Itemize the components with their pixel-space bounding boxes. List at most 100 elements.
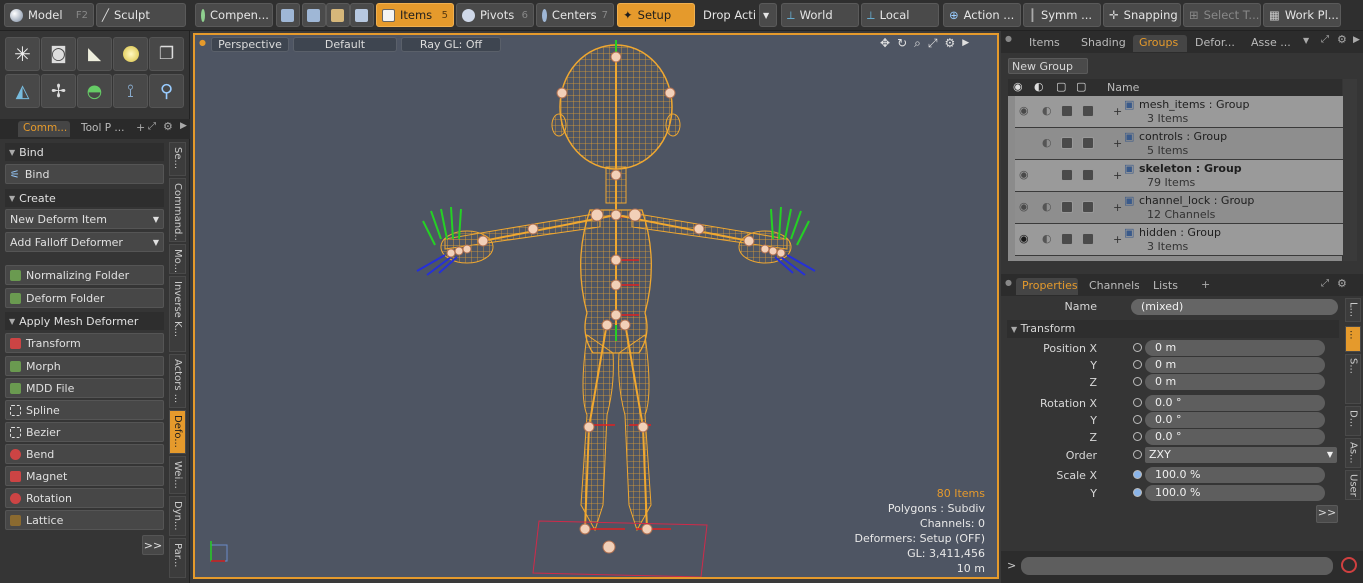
eye-icon[interactable]: ◉ xyxy=(1019,232,1029,245)
gear-icon[interactable]: ⚙ xyxy=(1337,33,1347,46)
deformer-spline-button[interactable]: Spline xyxy=(5,400,164,420)
material-mode-button[interactable] xyxy=(350,3,374,27)
tab-channels[interactable]: Channels xyxy=(1083,278,1139,295)
chevron-right-icon[interactable]: ▶ xyxy=(1353,35,1360,45)
tab-shading[interactable]: Shading xyxy=(1075,35,1131,52)
model-button[interactable]: Model F2 xyxy=(4,3,94,27)
chevron-right-icon[interactable]: ▶ xyxy=(180,121,187,131)
vertex-mode-button[interactable] xyxy=(276,3,300,27)
transform-section-header[interactable]: ▼ Transform xyxy=(1007,320,1339,338)
add-falloff-deformer-dropdown[interactable]: Add Falloff Deformer ▼ xyxy=(5,232,164,252)
new-group-button[interactable]: New Group xyxy=(1008,58,1088,74)
group-row[interactable]: ◉ ◐ + ▣ mesh_items : Group 3 Items xyxy=(1015,96,1349,128)
tab-groups[interactable]: Groups xyxy=(1133,35,1187,52)
expand-icon[interactable]: + xyxy=(1113,169,1122,182)
lock-checkbox[interactable] xyxy=(1061,233,1073,245)
panel-menu-icon[interactable]: ● xyxy=(1005,278,1012,287)
select-checkbox[interactable] xyxy=(1082,201,1094,213)
add-tab-icon[interactable]: + xyxy=(1201,278,1210,291)
new-deform-item-dropdown[interactable]: New Deform Item ▼ xyxy=(5,209,164,229)
world-button[interactable]: ⟂ World xyxy=(781,3,859,27)
vtab-deform[interactable]: Defo... xyxy=(169,410,186,454)
group-row[interactable]: ◉ ◐ + ▣ hidden : Group 3 Items xyxy=(1015,224,1349,256)
expand-icon[interactable]: ⤢ xyxy=(1321,34,1329,45)
pivots-mode-button[interactable]: Pivots 6 xyxy=(456,3,534,27)
expand-icon[interactable]: + xyxy=(1113,137,1122,150)
lock-checkbox[interactable] xyxy=(1061,201,1073,213)
spotlight-tool-button[interactable]: ◣ xyxy=(77,37,112,71)
keyframe-dot-icon[interactable] xyxy=(1133,432,1142,441)
deformer-transform-button[interactable]: Transform xyxy=(5,333,164,353)
deformer-mdd-file-button[interactable]: MDD File xyxy=(5,378,164,398)
vtab-weight[interactable]: Wei... xyxy=(169,456,186,494)
deformer-morph-button[interactable]: Morph xyxy=(5,356,164,376)
vtab-command[interactable]: Command... xyxy=(169,178,186,242)
group-row[interactable]: ◐ + ▣ controls : Group 5 Items xyxy=(1015,128,1349,160)
keyframe-dot-icon[interactable] xyxy=(1133,398,1142,407)
eye-icon[interactable]: ◉ xyxy=(1019,168,1029,181)
lock-checkbox[interactable] xyxy=(1061,137,1073,149)
gear-icon[interactable]: ⚙ xyxy=(163,120,173,133)
render-icon[interactable]: ◐ xyxy=(1042,136,1052,149)
deformer-rotation-button[interactable]: Rotation xyxy=(5,488,164,508)
bind-button[interactable]: ⚟ Bind xyxy=(5,164,164,184)
tab-lists[interactable]: Lists xyxy=(1147,278,1187,295)
add-tab-icon[interactable]: + xyxy=(136,121,145,134)
camera-tool-button[interactable]: ◙ xyxy=(41,37,76,71)
expand-icon[interactable]: ⤢ xyxy=(1321,278,1329,289)
keyframe-dot-icon[interactable] xyxy=(1133,450,1142,459)
render-icon[interactable]: ◐ xyxy=(1042,232,1052,245)
keyframe-dot-icon[interactable] xyxy=(1133,470,1142,479)
polygon-mode-button[interactable] xyxy=(326,3,350,27)
record-macro-icon[interactable] xyxy=(1341,557,1357,573)
deformer-magnet-button[interactable]: Magnet xyxy=(5,466,164,486)
eye-icon[interactable]: ◉ xyxy=(1019,200,1029,213)
vtab-d[interactable]: D... xyxy=(1345,406,1361,436)
deform-folder-button[interactable]: Deform Folder xyxy=(5,288,164,308)
vtab-actors[interactable]: Actors ... xyxy=(169,354,186,408)
rotation-x-field[interactable]: 0.0 ° xyxy=(1145,395,1325,411)
keyframe-dot-icon[interactable] xyxy=(1133,343,1142,352)
character-rig-wireframe[interactable] xyxy=(195,35,997,577)
name-field[interactable]: (mixed) xyxy=(1131,299,1338,315)
deform-tool-3-button[interactable]: ◓ xyxy=(77,74,112,108)
position-y-field[interactable]: 0 m xyxy=(1145,357,1325,373)
render-icon[interactable]: ◐ xyxy=(1042,104,1052,117)
expand-icon[interactable]: + xyxy=(1113,233,1122,246)
lock-checkbox[interactable] xyxy=(1061,169,1073,181)
vtab-l[interactable]: L... xyxy=(1345,298,1361,322)
create-section-header[interactable]: ▼ Create xyxy=(5,189,164,207)
panel-menu-icon[interactable]: ● xyxy=(1005,34,1012,43)
tab-tool-properties[interactable]: Tool P ... xyxy=(76,121,130,137)
groups-scrollbar[interactable] xyxy=(1343,79,1357,261)
replicator-tool-button[interactable]: ❐ xyxy=(149,37,184,71)
select-through-button[interactable]: ⊞ Select T... xyxy=(1183,3,1261,27)
vtab-particles[interactable]: Par... xyxy=(169,538,186,578)
vtab-dynamics[interactable]: Dyn... xyxy=(169,496,186,536)
vtab-mo[interactable]: Mo... xyxy=(169,244,186,274)
centers-mode-button[interactable]: Centers 7 xyxy=(536,3,614,27)
rotation-z-field[interactable]: 0.0 ° xyxy=(1145,429,1325,445)
tab-properties[interactable]: Properties xyxy=(1016,278,1078,295)
position-z-field[interactable]: 0 m xyxy=(1145,374,1325,390)
deformer-bend-button[interactable]: Bend xyxy=(5,444,164,464)
sculpt-button[interactable]: ╱ Sculpt xyxy=(96,3,186,27)
scale-y-field[interactable]: 100.0 % xyxy=(1145,485,1325,501)
group-row[interactable]: ◉ + ▣ skeleton : Group 79 Items xyxy=(1015,160,1349,192)
vtab-se[interactable]: Se... xyxy=(169,142,186,176)
expand-icon[interactable]: + xyxy=(1113,105,1122,118)
order-dropdown[interactable]: ZXY ▼ xyxy=(1145,447,1337,463)
eye-icon[interactable]: ◉ xyxy=(1019,104,1029,117)
keyframe-dot-icon[interactable] xyxy=(1133,415,1142,424)
expand-icon[interactable]: + xyxy=(1113,201,1122,214)
select-checkbox[interactable] xyxy=(1082,105,1094,117)
keyframe-dot-icon[interactable] xyxy=(1133,360,1142,369)
select-checkbox[interactable] xyxy=(1082,233,1094,245)
tab-commands[interactable]: Comm... xyxy=(18,121,70,137)
chevron-down-icon[interactable]: ▼ xyxy=(1303,36,1309,45)
position-x-field[interactable]: 0 m xyxy=(1145,340,1325,356)
vtab-as[interactable]: As... xyxy=(1345,438,1361,468)
expand-icon[interactable]: ⤢ xyxy=(148,121,156,132)
point-light-tool-button[interactable] xyxy=(113,37,148,71)
more-button[interactable]: >> xyxy=(1316,505,1338,523)
